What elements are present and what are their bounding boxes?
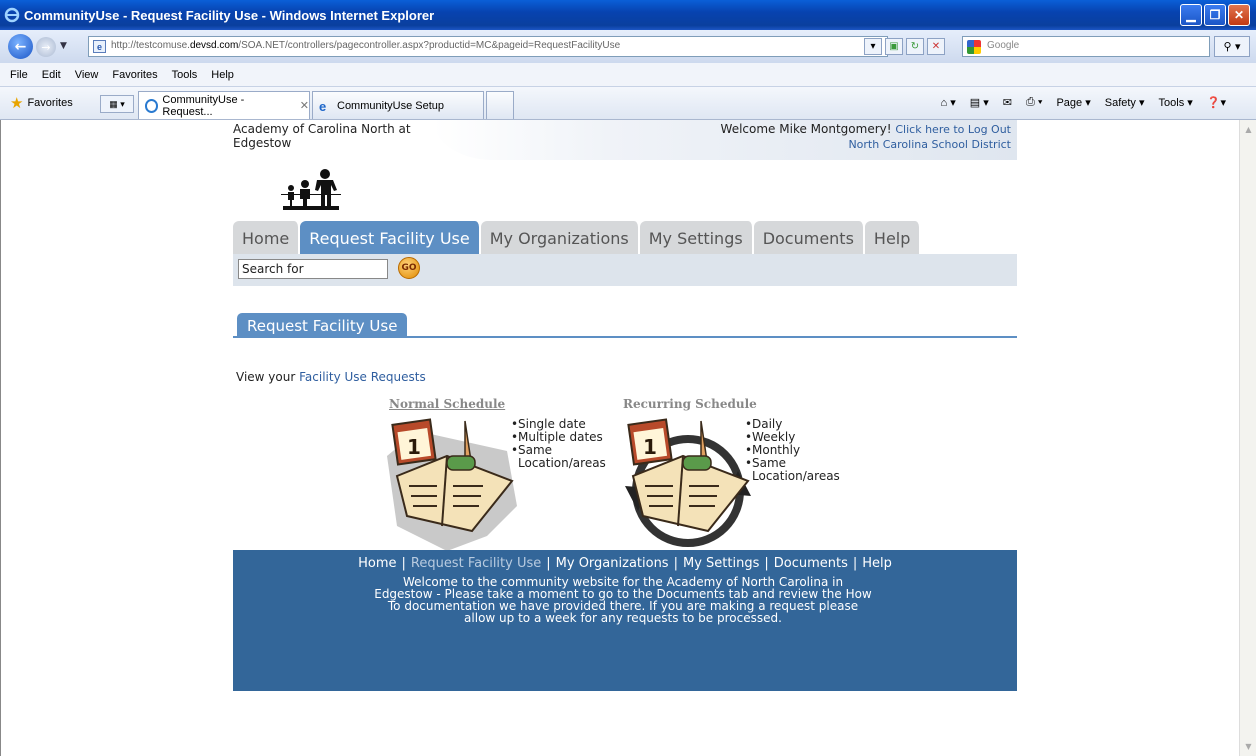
compatibility-icon[interactable]: ▣	[885, 38, 903, 55]
facility-use-requests-link[interactable]: Facility Use Requests	[299, 370, 426, 384]
home-icon[interactable]: ⌂ ▾	[941, 96, 956, 109]
safety-menu[interactable]: Safety ▾	[1105, 96, 1145, 109]
browser-tab-request[interactable]: CommunityUse - Request... ✕	[138, 91, 310, 119]
go-button[interactable]: GO	[398, 257, 420, 279]
footer-link-home[interactable]: Home	[358, 556, 396, 571]
search-input[interactable]: Google	[962, 36, 1210, 57]
footer-welcome-text: Welcome to the community website for the…	[374, 575, 872, 625]
quick-tabs-button[interactable]: ▦ ▾	[100, 95, 134, 113]
svg-text:1: 1	[407, 435, 421, 459]
address-bar: ← → ▼ e http://testcomuse.devsd.com/SOA.…	[0, 30, 1256, 63]
stop-icon[interactable]: ✕	[927, 38, 945, 55]
print-icon[interactable]: ⎙ ▾	[1026, 96, 1042, 109]
recurring-schedule-title[interactable]: Recurring Schedule	[623, 397, 757, 411]
url-dropdown-icon[interactable]: ▾	[864, 38, 882, 55]
menu-view[interactable]: View	[75, 69, 99, 81]
scroll-down-icon[interactable]: ▼	[1242, 740, 1255, 753]
logout-link[interactable]: Click here to Log Out	[895, 123, 1011, 136]
menu-edit[interactable]: Edit	[42, 69, 61, 81]
menu-bar: File Edit View Favorites Tools Help	[0, 63, 1256, 87]
maximize-button[interactable]: ❐	[1204, 4, 1226, 26]
window-titlebar: CommunityUse - Request Facility Use - Wi…	[0, 0, 1256, 30]
calendar-book-icon[interactable]: 1	[387, 416, 517, 551]
favorites-button[interactable]: ★ Favorites	[10, 94, 73, 112]
tab-documents[interactable]: Documents	[753, 221, 865, 255]
view-requests-line: View your Facility Use Requests	[236, 370, 426, 384]
scroll-up-icon[interactable]: ▲	[1242, 123, 1255, 136]
close-window-button[interactable]: ✕	[1228, 4, 1250, 26]
recurring-calendar-icon[interactable]: 1	[623, 416, 753, 551]
footer-nav: Home | Request Facility Use | My Organizatio…	[358, 556, 892, 571]
loading-icon	[145, 98, 159, 113]
welcome-block: Welcome Mike Montgomery! Click here to L…	[721, 122, 1011, 152]
main-nav-tabs: Home Request Facility Use My Organizatio…	[233, 221, 922, 255]
tools-menu[interactable]: Tools ▾	[1159, 96, 1193, 109]
history-dropdown-icon[interactable]: ▼	[60, 41, 67, 51]
command-bar: ⌂ ▾ ▤ ▾ ✉ ⎙ ▾ Page ▾ Safety ▾ Tools ▾ ❓▾	[941, 96, 1226, 109]
normal-schedule-bullets: • Single date • Multiple dates • Same Locat…	[511, 417, 606, 470]
url-actions: ▾ ▣ ↻ ✕	[864, 38, 945, 55]
ie-logo-icon	[4, 7, 20, 23]
footer-link-help[interactable]: Help	[862, 556, 892, 571]
star-icon: ★	[10, 95, 24, 112]
menu-tools[interactable]: Tools	[172, 69, 198, 81]
close-tab-icon[interactable]: ✕	[300, 99, 309, 112]
search-go-button[interactable]: ⚲ ▾	[1214, 36, 1250, 57]
back-button[interactable]: ←	[8, 34, 33, 59]
svg-text:1: 1	[643, 435, 657, 459]
minimize-button[interactable]: ▁	[1180, 4, 1202, 26]
recurring-schedule-bullets: • Daily • Weekly • Monthly • Same Location/a…	[745, 417, 840, 483]
refresh-icon[interactable]: ↻	[906, 38, 924, 55]
window-title: CommunityUse - Request Facility Use - Wi…	[24, 7, 435, 23]
normal-schedule-link[interactable]: Normal Schedule	[389, 397, 505, 411]
url-input[interactable]: e http://testcomuse.devsd.com/SOA.NET/co…	[88, 36, 888, 57]
ie-icon: e	[319, 98, 327, 114]
tab-request-facility-use[interactable]: Request Facility Use	[300, 221, 481, 255]
browser-tab-setup[interactable]: e CommunityUse Setup	[312, 91, 484, 119]
page-menu[interactable]: Page ▾	[1056, 96, 1090, 109]
page-icon: e	[93, 40, 106, 53]
tab-help[interactable]: Help	[864, 221, 922, 255]
tab-my-organizations[interactable]: My Organizations	[480, 221, 640, 255]
family-logo-icon	[281, 169, 341, 210]
footer-link-request-facility-use[interactable]: Request Facility Use	[411, 556, 541, 571]
favorites-bar: ★ Favorites ▦ ▾ CommunityUse - Request..…	[0, 87, 1256, 120]
mail-icon[interactable]: ✉	[1003, 96, 1012, 109]
help-icon[interactable]: ❓▾	[1207, 96, 1226, 109]
menu-favorites[interactable]: Favorites	[112, 69, 157, 81]
new-tab-button[interactable]	[486, 91, 514, 119]
tab-home[interactable]: Home	[233, 221, 301, 255]
welcome-text: Welcome Mike Montgomery!	[720, 122, 892, 136]
forward-button[interactable]: →	[36, 37, 56, 57]
page-viewport: ▲ ▼ Academy of Carolina North at Edgesto…	[0, 120, 1256, 756]
window-controls: ▁ ❐ ✕	[1180, 4, 1250, 26]
google-icon	[967, 40, 981, 54]
footer-link-documents[interactable]: Documents	[774, 556, 848, 571]
section-title: Request Facility Use	[237, 313, 408, 338]
footer-link-my-settings[interactable]: My Settings	[683, 556, 759, 571]
footer-link-my-organizations[interactable]: My Organizations	[556, 556, 669, 571]
feeds-icon[interactable]: ▤ ▾	[970, 96, 989, 109]
menu-help[interactable]: Help	[211, 69, 234, 81]
vertical-scrollbar[interactable]: ▲ ▼	[1239, 120, 1256, 756]
district-name: North Carolina School District	[848, 138, 1011, 151]
menu-file[interactable]: File	[10, 69, 28, 81]
org-name: Academy of Carolina North at Edgestow	[233, 122, 411, 150]
site-footer: Home | Request Facility Use | My Organizatio…	[233, 550, 1017, 691]
tab-my-settings[interactable]: My Settings	[639, 221, 754, 255]
section-divider	[233, 336, 1017, 338]
site-search-input[interactable]: Search for	[238, 259, 388, 279]
